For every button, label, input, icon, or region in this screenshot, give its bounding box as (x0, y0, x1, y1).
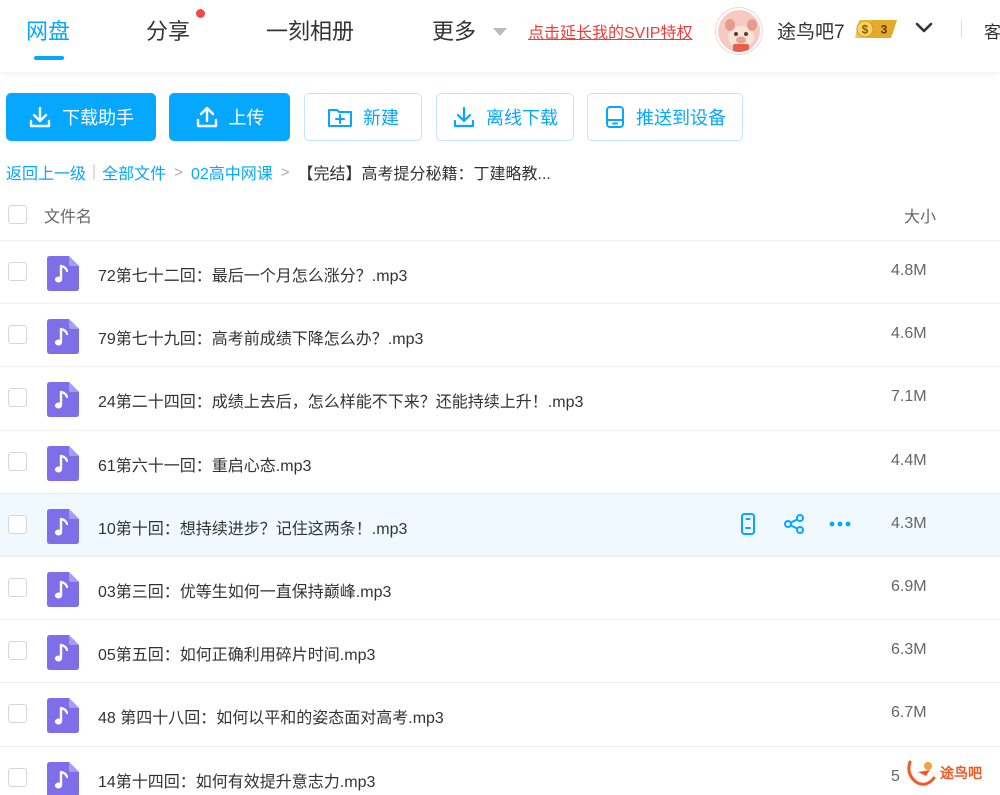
file-row[interactable]: 03第三回：优等生如何一直保持巅峰.mp3 6.9M (0, 556, 1000, 619)
share-icon[interactable] (782, 512, 806, 536)
avatar[interactable] (716, 8, 762, 54)
file-size: 6.3M (891, 641, 927, 659)
pig-avatar-icon (718, 10, 760, 52)
offline-download-label: 离线下载 (486, 108, 558, 128)
file-size: 4.6M (891, 325, 927, 343)
download-helper-button[interactable]: 下载助手 (6, 93, 156, 141)
breadcrumb-all-files-link[interactable]: 全部文件 (102, 160, 166, 184)
file-row[interactable]: 61第六十一回：重启心态.mp3 4.4M (0, 429, 1000, 493)
audio-file-icon (47, 445, 79, 481)
nav-tab-more[interactable]: 更多 (432, 14, 476, 46)
new-folder-button[interactable]: 新建 (304, 93, 422, 141)
file-name[interactable]: 72第七十二回：最后一个月怎么涨分？.mp3 (98, 262, 407, 286)
breadcrumb-divider: | (92, 163, 97, 180)
file-name[interactable]: 10第十回：想持续进步？记住这两条！.mp3 (98, 515, 407, 539)
file-size: 7.1M (891, 388, 927, 406)
download-icon (29, 106, 51, 128)
row-checkbox[interactable] (8, 262, 27, 281)
row-checkbox[interactable] (8, 514, 27, 534)
audio-file-icon (47, 761, 79, 795)
nav-tab-share[interactable]: 分享 (146, 14, 190, 46)
file-row[interactable]: 48 第四十八回：如何以平和的姿态面对高考.mp3 6.7M (0, 682, 1000, 745)
vip-symbol: $ (862, 23, 869, 37)
client-link-truncated[interactable]: 客 (984, 18, 1000, 43)
upload-icon (196, 106, 217, 128)
push-to-device-label: 推送到设备 (636, 108, 726, 128)
audio-file-icon (47, 635, 79, 671)
chevron-down-icon[interactable] (914, 20, 934, 36)
file-size: 6.9M (891, 578, 927, 595)
audio-file-icon (47, 382, 79, 418)
offline-download-button[interactable]: 离线下载 (436, 93, 574, 141)
row-checkbox[interactable] (8, 578, 27, 597)
breadcrumb-arrow-icon: > (174, 163, 183, 181)
file-name[interactable]: 79第七十九回：高考前成绩下降怎么办？.mp3 (98, 325, 423, 349)
upload-button[interactable]: 上传 (169, 93, 290, 141)
file-size: 6.7M (891, 704, 927, 722)
breadcrumb-folder-link[interactable]: 02高中网课 (191, 160, 273, 184)
folder-add-icon (328, 109, 352, 127)
more-dropdown-icon[interactable] (493, 28, 507, 36)
file-row[interactable]: 10第十回：想持续进步？记住这两条！.mp3 4.3M (0, 492, 1000, 556)
file-size: 4.3M (891, 514, 927, 532)
file-name[interactable]: 05第五回：如何正确利用碎片时间.mp3 (98, 641, 375, 665)
file-row[interactable]: 24第二十四回：成绩上去后，怎么样能不下来？还能持续上升！.mp3 7.1M (0, 366, 1000, 429)
file-size: 4.4M (891, 451, 927, 469)
svip-level-badge-icon: $ 3 (855, 20, 897, 38)
row-checkbox[interactable] (8, 641, 27, 661)
nav-tab-album[interactable]: 一刻相册 (266, 14, 354, 46)
watermark-text: 途鸟吧 (940, 765, 982, 781)
file-row[interactable]: 79第七十九回：高考前成绩下降怎么办？.mp3 4.6M (0, 303, 1000, 366)
row-checkbox[interactable] (8, 451, 27, 471)
column-header-filename[interactable]: 文件名 (44, 203, 92, 227)
audio-file-icon (47, 256, 79, 291)
file-name[interactable]: 61第六十一回：重启心态.mp3 (98, 452, 311, 476)
vip-level: 3 (881, 23, 888, 37)
nav-divider (961, 20, 962, 38)
download-helper-label: 下载助手 (62, 108, 134, 128)
push-to-phone-icon[interactable] (736, 512, 760, 536)
svip-renew-link[interactable]: 点击延长我的SVIP特权 (528, 19, 692, 43)
offline-download-icon (453, 106, 475, 128)
file-row[interactable]: 05第五回：如何正确利用碎片时间.mp3 6.3M (0, 619, 1000, 682)
more-options-icon[interactable] (828, 512, 852, 536)
row-checkbox[interactable] (8, 325, 27, 345)
breadcrumb: 返回上一级 | 全部文件 > 02高中网课 > 【完结】高考提分秘籍：丁建略教.… (6, 160, 551, 184)
row-checkbox[interactable] (8, 388, 27, 408)
nav-tab-netdisk[interactable]: 网盘 (26, 14, 70, 46)
file-size: 5 (891, 767, 900, 785)
file-size: 4.8M (891, 262, 927, 279)
select-all-checkbox[interactable] (8, 205, 27, 224)
audio-file-icon (47, 572, 79, 607)
new-folder-label: 新建 (363, 108, 399, 128)
file-list-header: 文件名 大小 (0, 190, 1000, 240)
file-row[interactable]: 14第十四回：如何有效提升意志力.mp3 5 (0, 745, 1000, 795)
push-to-device-button[interactable]: 推送到设备 (587, 93, 743, 141)
file-name[interactable]: 03第三回：优等生如何一直保持巅峰.mp3 (98, 578, 391, 602)
audio-file-icon (47, 319, 79, 355)
breadcrumb-arrow-icon: > (280, 163, 290, 181)
file-name[interactable]: 48 第四十八回：如何以平和的姿态面对高考.mp3 (98, 704, 444, 728)
notification-dot (196, 9, 205, 18)
row-checkbox[interactable] (8, 704, 27, 724)
file-name[interactable]: 24第二十四回：成绩上去后，怎么样能不下来？还能持续上升！.mp3 (98, 388, 583, 412)
breadcrumb-current-folder: 【完结】高考提分秘籍：丁建略教... (297, 166, 551, 183)
breadcrumb-back-link[interactable]: 返回上一级 (6, 160, 86, 184)
upload-label: 上传 (228, 108, 265, 128)
top-navigation-bar: 网盘 分享 一刻相册 更多 点击延长我的SVIP特权 途鸟吧7 $ 3 客 (0, 0, 1000, 72)
audio-file-icon (47, 698, 79, 734)
active-tab-indicator (34, 56, 64, 60)
audio-file-icon (47, 508, 79, 544)
username[interactable]: 途鸟吧7 (777, 17, 845, 44)
column-header-size[interactable]: 大小 (904, 203, 936, 227)
row-actions (736, 512, 852, 536)
file-name[interactable]: 14第十四回：如何有效提升意志力.mp3 (98, 768, 375, 792)
row-checkbox[interactable] (8, 767, 27, 787)
file-row[interactable]: 72第七十二回：最后一个月怎么涨分？.mp3 4.8M (0, 240, 1000, 303)
device-icon (606, 106, 624, 128)
